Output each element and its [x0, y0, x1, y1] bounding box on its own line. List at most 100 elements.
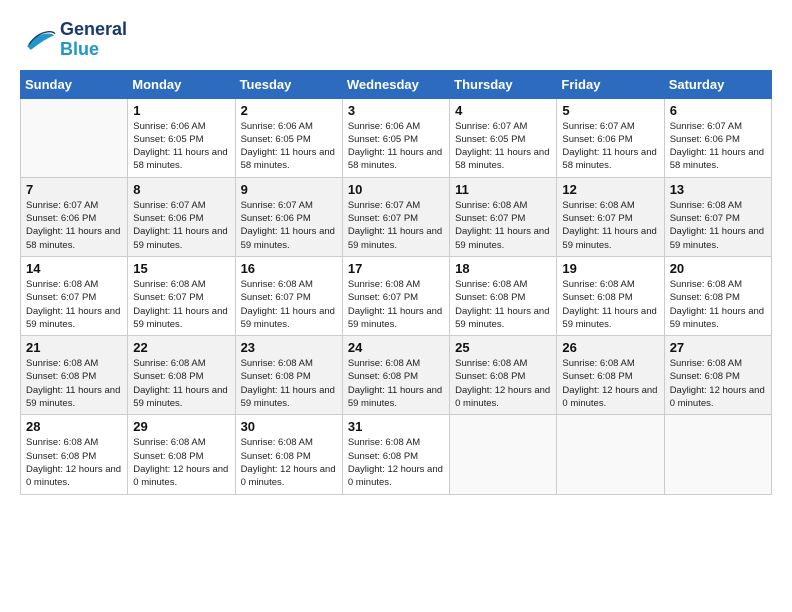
- day-detail: Sunrise: 6:08 AMSunset: 6:08 PMDaylight:…: [670, 357, 766, 410]
- calendar-cell: 25Sunrise: 6:08 AMSunset: 6:08 PMDayligh…: [450, 336, 557, 415]
- day-detail: Sunrise: 6:08 AMSunset: 6:08 PMDaylight:…: [241, 436, 337, 489]
- day-number: 1: [133, 103, 229, 118]
- calendar-week-row: 21Sunrise: 6:08 AMSunset: 6:08 PMDayligh…: [21, 336, 772, 415]
- calendar-cell: [450, 415, 557, 494]
- calendar-header-saturday: Saturday: [664, 70, 771, 98]
- day-detail: Sunrise: 6:08 AMSunset: 6:07 PMDaylight:…: [670, 199, 766, 252]
- calendar-header-wednesday: Wednesday: [342, 70, 449, 98]
- day-number: 25: [455, 340, 551, 355]
- calendar-cell: 8 Sunrise: 6:07 AMSunset: 6:06 PMDaylight…: [128, 177, 235, 256]
- day-number: 7: [26, 182, 122, 197]
- day-detail: Sunrise: 6:08 AMSunset: 6:08 PMDaylight:…: [562, 357, 658, 410]
- day-detail: Sunrise: 6:07 AMSunset: 6:06 PMDaylight:…: [26, 199, 122, 252]
- calendar-cell: 19 Sunrise: 6:08 AMSunset: 6:08 PMDayligh…: [557, 256, 664, 335]
- day-detail: Sunrise: 6:06 AMSunset: 6:05 PMDaylight:…: [241, 120, 337, 173]
- day-detail: Sunrise: 6:07 AMSunset: 6:06 PMDaylight:…: [670, 120, 766, 173]
- calendar-cell: 10Sunrise: 6:07 AMSunset: 6:07 PMDayligh…: [342, 177, 449, 256]
- day-detail: Sunrise: 6:07 AMSunset: 6:06 PMDaylight:…: [562, 120, 658, 173]
- day-detail: Sunrise: 6:08 AMSunset: 6:08 PMDaylight:…: [26, 357, 122, 410]
- calendar-cell: 29 Sunrise: 6:08 AMSunset: 6:08 PMDayligh…: [128, 415, 235, 494]
- calendar-cell: 17Sunrise: 6:08 AMSunset: 6:07 PMDayligh…: [342, 256, 449, 335]
- day-number: 27: [670, 340, 766, 355]
- calendar-header-row: SundayMondayTuesdayWednesdayThursdayFrid…: [21, 70, 772, 98]
- day-detail: Sunrise: 6:08 AMSunset: 6:08 PMDaylight:…: [348, 436, 444, 489]
- day-number: 16: [241, 261, 337, 276]
- day-number: 17: [348, 261, 444, 276]
- day-number: 22: [133, 340, 229, 355]
- logo-text: General Blue: [60, 20, 127, 60]
- calendar-cell: 16 Sunrise: 6:08 AMSunset: 6:07 PMDayligh…: [235, 256, 342, 335]
- logo-bird-icon: [20, 26, 56, 54]
- calendar-cell: 9Sunrise: 6:07 AMSunset: 6:06 PMDaylight…: [235, 177, 342, 256]
- day-number: 3: [348, 103, 444, 118]
- calendar-cell: 22 Sunrise: 6:08 AMSunset: 6:08 PMDayligh…: [128, 336, 235, 415]
- calendar-header-friday: Friday: [557, 70, 664, 98]
- calendar-cell: 7 Sunrise: 6:07 AMSunset: 6:06 PMDaylight…: [21, 177, 128, 256]
- calendar-cell: 26Sunrise: 6:08 AMSunset: 6:08 PMDayligh…: [557, 336, 664, 415]
- day-detail: Sunrise: 6:07 AMSunset: 6:05 PMDaylight:…: [455, 120, 551, 173]
- day-detail: Sunrise: 6:08 AMSunset: 6:08 PMDaylight:…: [670, 278, 766, 331]
- day-detail: Sunrise: 6:08 AMSunset: 6:08 PMDaylight:…: [562, 278, 658, 331]
- calendar-cell: 13 Sunrise: 6:08 AMSunset: 6:07 PMDayligh…: [664, 177, 771, 256]
- day-detail: Sunrise: 6:08 AMSunset: 6:07 PMDaylight:…: [26, 278, 122, 331]
- calendar-cell: 24Sunrise: 6:08 AMSunset: 6:08 PMDayligh…: [342, 336, 449, 415]
- calendar-cell: 20 Sunrise: 6:08 AMSunset: 6:08 PMDayligh…: [664, 256, 771, 335]
- day-number: 29: [133, 419, 229, 434]
- calendar-week-row: 28 Sunrise: 6:08 AMSunset: 6:08 PMDayligh…: [21, 415, 772, 494]
- day-number: 18: [455, 261, 551, 276]
- day-number: 31: [348, 419, 444, 434]
- day-number: 28: [26, 419, 122, 434]
- calendar-cell: [664, 415, 771, 494]
- day-detail: Sunrise: 6:07 AMSunset: 6:07 PMDaylight:…: [348, 199, 444, 252]
- calendar-cell: 27 Sunrise: 6:08 AMSunset: 6:08 PMDayligh…: [664, 336, 771, 415]
- calendar-week-row: 1 Sunrise: 6:06 AMSunset: 6:05 PMDaylight…: [21, 98, 772, 177]
- day-number: 6: [670, 103, 766, 118]
- day-detail: Sunrise: 6:08 AMSunset: 6:07 PMDaylight:…: [455, 199, 551, 252]
- calendar-cell: 31 Sunrise: 6:08 AMSunset: 6:08 PMDayligh…: [342, 415, 449, 494]
- day-detail: Sunrise: 6:08 AMSunset: 6:08 PMDaylight:…: [133, 357, 229, 410]
- calendar-cell: 2 Sunrise: 6:06 AMSunset: 6:05 PMDaylight…: [235, 98, 342, 177]
- day-detail: Sunrise: 6:07 AMSunset: 6:06 PMDaylight:…: [133, 199, 229, 252]
- calendar-cell: 15Sunrise: 6:08 AMSunset: 6:07 PMDayligh…: [128, 256, 235, 335]
- day-number: 13: [670, 182, 766, 197]
- day-detail: Sunrise: 6:08 AMSunset: 6:08 PMDaylight:…: [133, 436, 229, 489]
- calendar-cell: 11 Sunrise: 6:08 AMSunset: 6:07 PMDayligh…: [450, 177, 557, 256]
- day-detail: Sunrise: 6:08 AMSunset: 6:07 PMDaylight:…: [562, 199, 658, 252]
- calendar-cell: 4 Sunrise: 6:07 AMSunset: 6:05 PMDaylight…: [450, 98, 557, 177]
- day-number: 5: [562, 103, 658, 118]
- day-detail: Sunrise: 6:08 AMSunset: 6:08 PMDaylight:…: [26, 436, 122, 489]
- day-detail: Sunrise: 6:08 AMSunset: 6:07 PMDaylight:…: [133, 278, 229, 331]
- day-number: 30: [241, 419, 337, 434]
- day-number: 2: [241, 103, 337, 118]
- calendar-cell: 1Sunrise: 6:06 AMSunset: 6:05 PMDaylight…: [128, 98, 235, 177]
- logo: General Blue: [20, 20, 127, 60]
- day-number: 23: [241, 340, 337, 355]
- page-header: General Blue: [20, 20, 772, 60]
- day-detail: Sunrise: 6:08 AMSunset: 6:08 PMDaylight:…: [455, 278, 551, 331]
- calendar-week-row: 7 Sunrise: 6:07 AMSunset: 6:06 PMDaylight…: [21, 177, 772, 256]
- calendar-cell: 3 Sunrise: 6:06 AMSunset: 6:05 PMDaylight…: [342, 98, 449, 177]
- calendar-header-sunday: Sunday: [21, 70, 128, 98]
- calendar-cell: 21Sunrise: 6:08 AMSunset: 6:08 PMDayligh…: [21, 336, 128, 415]
- day-number: 8: [133, 182, 229, 197]
- calendar-cell: 30 Sunrise: 6:08 AMSunset: 6:08 PMDayligh…: [235, 415, 342, 494]
- calendar-cell: 23 Sunrise: 6:08 AMSunset: 6:08 PMDayligh…: [235, 336, 342, 415]
- day-detail: Sunrise: 6:06 AMSunset: 6:05 PMDaylight:…: [348, 120, 444, 173]
- calendar-cell: 6 Sunrise: 6:07 AMSunset: 6:06 PMDaylight…: [664, 98, 771, 177]
- day-number: 24: [348, 340, 444, 355]
- calendar-table: SundayMondayTuesdayWednesdayThursdayFrid…: [20, 70, 772, 495]
- calendar-cell: [21, 98, 128, 177]
- day-number: 14: [26, 261, 122, 276]
- calendar-cell: 28 Sunrise: 6:08 AMSunset: 6:08 PMDayligh…: [21, 415, 128, 494]
- day-number: 4: [455, 103, 551, 118]
- calendar-cell: [557, 415, 664, 494]
- day-number: 19: [562, 261, 658, 276]
- day-detail: Sunrise: 6:08 AMSunset: 6:08 PMDaylight:…: [241, 357, 337, 410]
- day-detail: Sunrise: 6:08 AMSunset: 6:07 PMDaylight:…: [241, 278, 337, 331]
- day-number: 11: [455, 182, 551, 197]
- calendar-header-monday: Monday: [128, 70, 235, 98]
- calendar-cell: 12 Sunrise: 6:08 AMSunset: 6:07 PMDayligh…: [557, 177, 664, 256]
- day-number: 20: [670, 261, 766, 276]
- day-number: 12: [562, 182, 658, 197]
- calendar-header-thursday: Thursday: [450, 70, 557, 98]
